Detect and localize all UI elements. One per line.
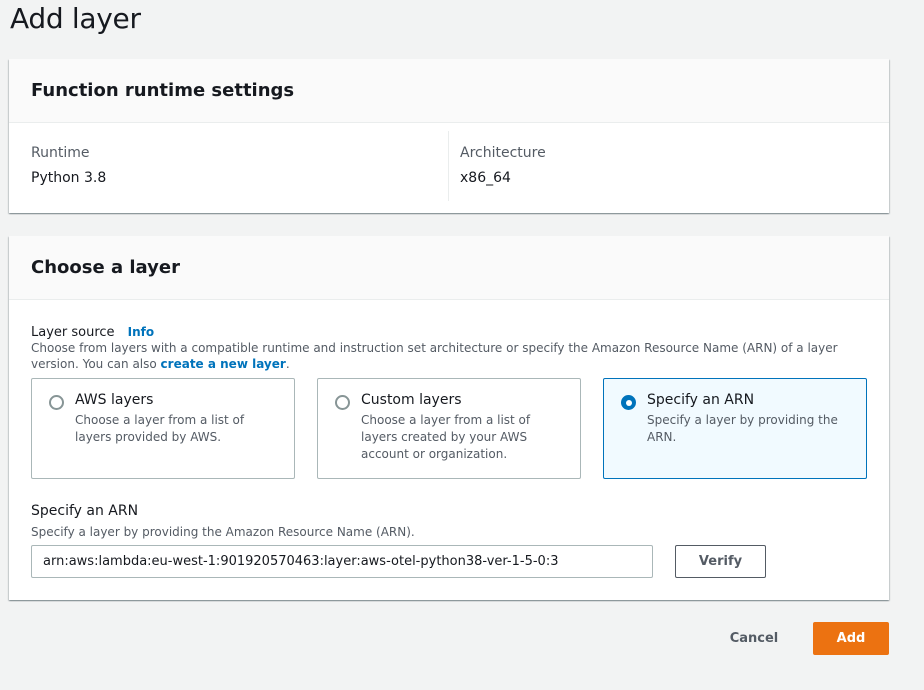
create-layer-link[interactable]: create a new layer [161, 357, 286, 371]
runtime-settings-title: Function runtime settings [31, 80, 295, 101]
page-title: Add layer [10, 2, 141, 35]
add-button[interactable]: Add [813, 622, 889, 655]
layer-source-tiles: AWS layers Choose a layer from a list of… [31, 378, 867, 479]
layer-source-label: Layer source [31, 325, 115, 340]
tile-custom-layers[interactable]: Custom layers Choose a layer from a list… [317, 378, 581, 479]
arn-field-description: Specify a layer by providing the Amazon … [31, 525, 415, 539]
tile-title: AWS layers [75, 392, 154, 408]
info-link[interactable]: Info [128, 325, 154, 339]
layer-source-desc-suffix: . [285, 357, 290, 371]
choose-layer-title: Choose a layer [31, 257, 180, 278]
tile-description: Choose a layer from a list of layers cre… [361, 413, 531, 461]
runtime-label: Runtime [31, 145, 90, 161]
choose-layer-panel: Choose a layer Layer source Info Choose … [9, 236, 889, 600]
architecture-field: Architecture x86_64 [460, 145, 546, 186]
verify-button[interactable]: Verify [675, 545, 766, 578]
arn-input[interactable] [31, 545, 653, 578]
radio-custom-layers[interactable] [335, 395, 350, 410]
tile-title: Specify an ARN [647, 392, 755, 408]
radio-specify-arn[interactable] [621, 395, 636, 410]
layer-source-label-row: Layer source Info [31, 321, 154, 340]
tile-specify-arn[interactable]: Specify an ARN Specify a layer by provid… [603, 378, 867, 479]
tile-title: Custom layers [361, 392, 462, 408]
architecture-label: Architecture [460, 145, 546, 161]
runtime-field: Runtime Python 3.8 [31, 145, 106, 186]
tile-description: Choose a layer from a list of layers pro… [75, 413, 245, 444]
cancel-button[interactable]: Cancel [714, 622, 794, 655]
runtime-settings-panel: Function runtime settings Runtime Python… [9, 59, 889, 213]
layer-source-description: Choose from layers with a compatible run… [31, 340, 851, 372]
tile-description: Specify a layer by providing the ARN. [647, 413, 838, 444]
tile-aws-layers[interactable]: AWS layers Choose a layer from a list of… [31, 378, 295, 479]
runtime-settings-header: Function runtime settings [9, 59, 889, 123]
layer-source-desc-text: Choose from layers with a compatible run… [31, 341, 838, 371]
arn-field-label: Specify an ARN [31, 503, 139, 519]
architecture-value: x86_64 [460, 170, 511, 186]
column-divider [448, 131, 449, 201]
choose-layer-header: Choose a layer [9, 236, 889, 300]
runtime-value: Python 3.8 [31, 170, 107, 186]
radio-aws-layers[interactable] [49, 395, 64, 410]
